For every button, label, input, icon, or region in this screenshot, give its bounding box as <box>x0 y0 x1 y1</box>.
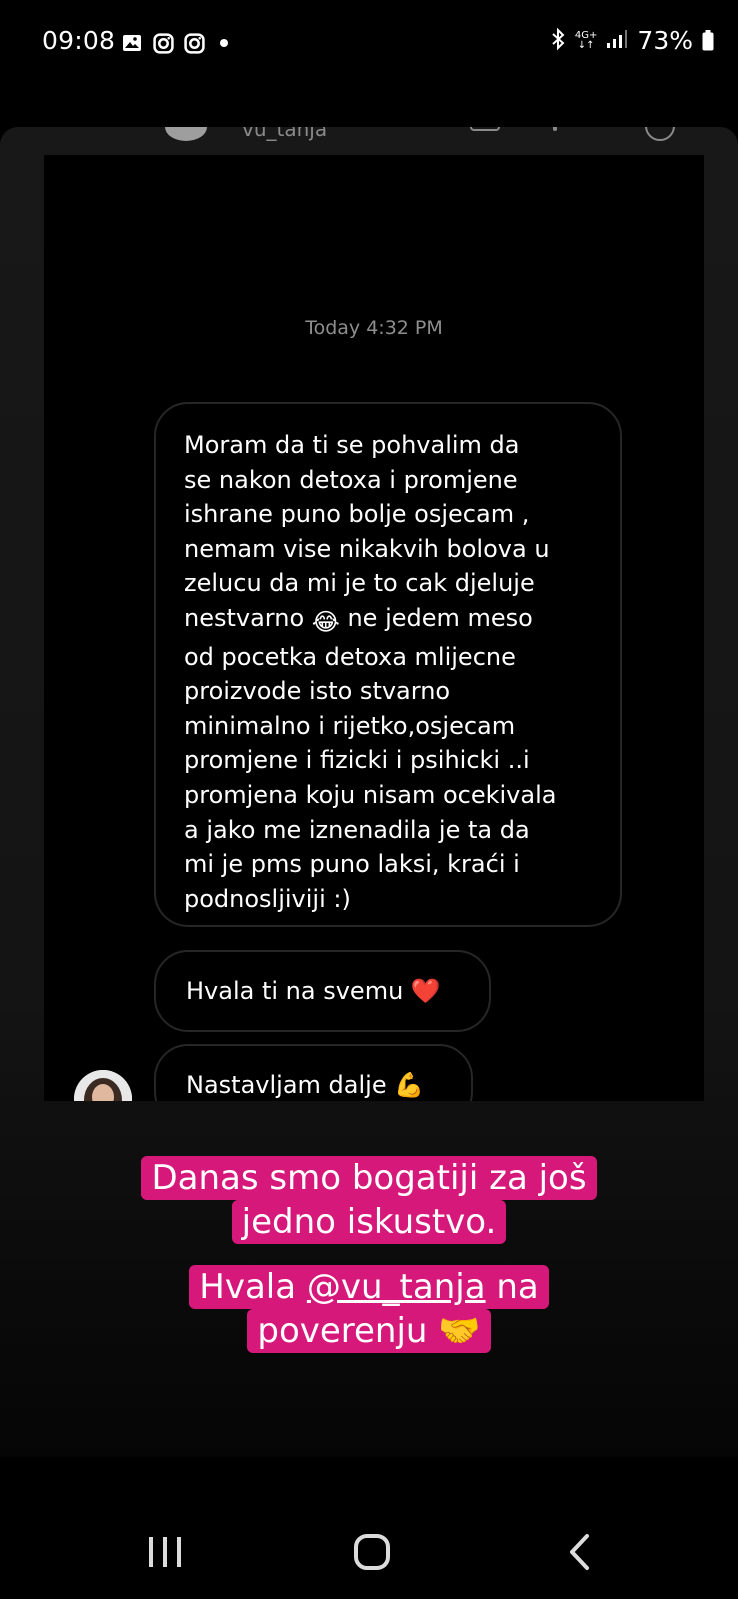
message-line: podnosljiviji :) <box>184 884 351 913</box>
message-text: Hvala ti na svemu <box>186 977 404 1005</box>
message-line: zelucu da mi je to cak djeluje <box>184 569 535 598</box>
message-line: mi je pms puno laksi, kraći i <box>184 850 520 879</box>
caption-text-with-emoji: poverenju 🤝 <box>247 1309 491 1353</box>
heart-emoji-icon: ❤️ <box>410 977 441 1005</box>
home-button[interactable] <box>347 1532 397 1572</box>
caption-line-2-wrap: jedno iskustvo. <box>0 1200 738 1244</box>
recent-apps-button[interactable] <box>140 1532 190 1572</box>
flexed-biceps-emoji-icon: 💪 <box>394 1071 425 1099</box>
sender-avatar <box>74 1070 132 1101</box>
story-view[interactable]: vu_tanja Today 4:32 PM Moram da ti se po… <box>0 127 738 1457</box>
caption-line-3-wrap: Hvala @vu_tanja na <box>0 1265 738 1309</box>
message-line: a jako me iznenadila je ta da <box>184 815 530 844</box>
caption-text: na <box>485 1267 539 1307</box>
message-line: promjena koju nisam ocekivala <box>184 780 557 809</box>
instagram-icon-2 <box>183 32 205 54</box>
laughing-emoji-icon: 😂 <box>311 607 340 636</box>
caption-text: poverenju <box>257 1311 428 1351</box>
send-icon[interactable] <box>470 127 500 131</box>
recent-apps-icon <box>149 1537 181 1567</box>
mention-link[interactable]: @vu_tanja <box>307 1267 486 1307</box>
message-line: promjene i fizicki i psihicki ..i <box>184 746 530 775</box>
close-icon[interactable] <box>645 127 675 141</box>
caption-line-4-wrap: poverenju 🤝 <box>0 1309 738 1353</box>
message-text: Nastavljam dalje <box>186 1071 387 1099</box>
story-header-peek: vu_tanja <box>0 127 738 147</box>
status-bar: 09:08 4G+ ↓↑ 73% <box>0 0 738 86</box>
message-timestamp: Today 4:32 PM <box>305 317 443 339</box>
instagram-icon <box>152 32 174 54</box>
message-line: ishrane puno bolje osjecam , <box>184 500 530 529</box>
message-line: od pocetka detoxa mlijecne <box>184 642 516 671</box>
bluetooth-icon <box>550 27 566 55</box>
gallery-icon <box>121 32 143 54</box>
caption-line-1-wrap: Danas smo bogatiji za još <box>0 1156 738 1200</box>
message-line: nestvarno 😂 ne jedem meso <box>184 601 592 640</box>
story-username[interactable]: vu_tanja <box>242 127 327 141</box>
back-icon <box>570 1534 589 1570</box>
caption-text: Danas smo bogatiji za još <box>141 1156 597 1200</box>
home-icon <box>354 1534 390 1570</box>
clock: 09:08 <box>42 26 116 55</box>
navigation-bar <box>0 1480 738 1599</box>
caption-text: jedno iskustvo. <box>231 1200 507 1244</box>
message-line: Moram da ti se pohvalim da <box>184 431 520 459</box>
message-text: nestvarno <box>184 603 305 632</box>
signal-icon <box>606 29 628 53</box>
more-icon[interactable] <box>553 127 557 131</box>
message-bubble-3: Nastavljam dalje 💪 <box>154 1044 473 1101</box>
network-type-label: 4G+ ↓↑ <box>574 29 598 51</box>
story-avatar[interactable] <box>165 127 207 141</box>
battery-percentage: 73% <box>637 26 693 55</box>
handshake-emoji-icon: 🤝 <box>438 1311 481 1351</box>
caption-thanks: Hvala @vu_tanja na <box>189 1265 549 1309</box>
message-line: minimalno i rijetko,osjecam <box>184 711 516 740</box>
message-line: nemam vise nikakvih bolova u <box>184 534 550 563</box>
message-bubble-1: Moram da ti se pohvalim da se nakon deto… <box>154 402 622 927</box>
back-button[interactable] <box>555 1532 605 1572</box>
message-bubble-2: Hvala ti na svemu ❤️ <box>154 950 491 1032</box>
network-type-text: 4G+ <box>574 29 598 41</box>
battery-icon <box>702 30 714 51</box>
more-notifications-dot <box>220 39 228 47</box>
caption-text: Hvala <box>199 1267 307 1307</box>
notification-icons <box>121 32 228 54</box>
system-icons: 4G+ ↓↑ 73% <box>550 26 714 55</box>
message-line: proizvode isto stvarno <box>184 677 451 706</box>
message-line: se nakon detoxa i promjene <box>184 465 518 494</box>
chat-screenshot: Today 4:32 PM Moram da ti se pohvalim da… <box>44 155 704 1101</box>
message-text: ne jedem meso <box>347 603 533 632</box>
